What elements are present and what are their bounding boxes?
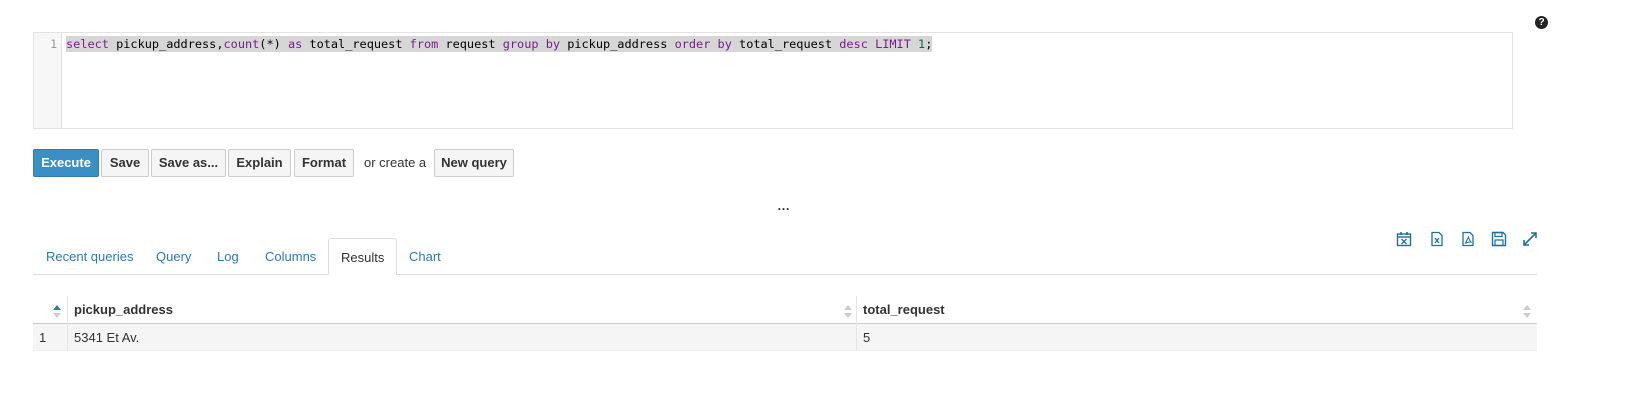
- result-tabs: Recent queries Query Log Columns Results…: [33, 238, 1537, 275]
- sql-token: desc: [839, 37, 868, 51]
- sql-editor[interactable]: 1 select pickup_address,count(*) as tota…: [33, 32, 1513, 129]
- sql-token: by: [545, 37, 561, 51]
- column-header-label: pickup_address: [74, 302, 173, 317]
- tab-columns[interactable]: Columns: [253, 238, 328, 275]
- cell-pickup-address[interactable]: 5341 Et Av.: [67, 324, 856, 351]
- sql-token: request: [438, 37, 503, 51]
- row-number-header[interactable]: [33, 296, 67, 324]
- sql-token: by: [717, 37, 732, 51]
- column-header-label: total_request: [863, 302, 945, 317]
- tab-query[interactable]: Query: [144, 238, 203, 275]
- execute-button[interactable]: Execute: [33, 149, 99, 177]
- column-header-total-request[interactable]: total_request: [856, 296, 1537, 324]
- sql-token: ;: [925, 37, 933, 51]
- line-number: 1: [50, 37, 57, 51]
- tab-recent-queries[interactable]: Recent queries: [34, 238, 145, 275]
- save-button[interactable]: Save: [101, 149, 149, 177]
- save-as-button[interactable]: Save as...: [151, 149, 226, 177]
- editor-gutter: 1: [34, 33, 62, 128]
- sort-icon: [844, 305, 852, 318]
- code-line[interactable]: select pickup_address,count(*) as total_…: [66, 36, 933, 52]
- tab-results[interactable]: Results: [328, 238, 398, 275]
- sql-token: total_request: [731, 37, 840, 51]
- or-create-text: or create a: [364, 155, 427, 170]
- sql-token: group: [502, 37, 539, 51]
- sql-token: pickup_address: [560, 37, 675, 51]
- tab-log[interactable]: Log: [205, 238, 251, 275]
- sql-token: order: [674, 37, 711, 51]
- table-header: pickup_address total_request: [33, 296, 1537, 324]
- sql-token: count: [223, 37, 260, 51]
- help-icon[interactable]: ?: [1535, 16, 1548, 29]
- explain-button[interactable]: Explain: [228, 149, 291, 177]
- sql-token: as: [287, 37, 303, 51]
- sort-ascending-icon: [53, 305, 61, 318]
- sql-token: LIMIT: [875, 37, 911, 51]
- sql-token: total_request: [302, 37, 410, 51]
- sql-token: from: [409, 37, 439, 51]
- tab-chart[interactable]: Chart: [397, 238, 453, 275]
- column-header-pickup-address[interactable]: pickup_address: [67, 296, 856, 324]
- cell-total-request[interactable]: 5: [856, 324, 1537, 351]
- sort-icon: [1523, 305, 1531, 318]
- format-button[interactable]: Format: [294, 149, 354, 177]
- table-row[interactable]: 1 5341 Et Av. 5: [33, 324, 1537, 351]
- code-area[interactable]: select pickup_address,count(*) as total_…: [62, 33, 1512, 128]
- row-number: 1: [39, 330, 47, 345]
- sql-token: (*): [259, 37, 288, 51]
- sql-token: pickup_address,: [108, 37, 224, 51]
- new-query-button[interactable]: New query: [434, 149, 514, 177]
- sql-token: select: [66, 37, 109, 51]
- resize-handle[interactable]: …: [777, 198, 790, 213]
